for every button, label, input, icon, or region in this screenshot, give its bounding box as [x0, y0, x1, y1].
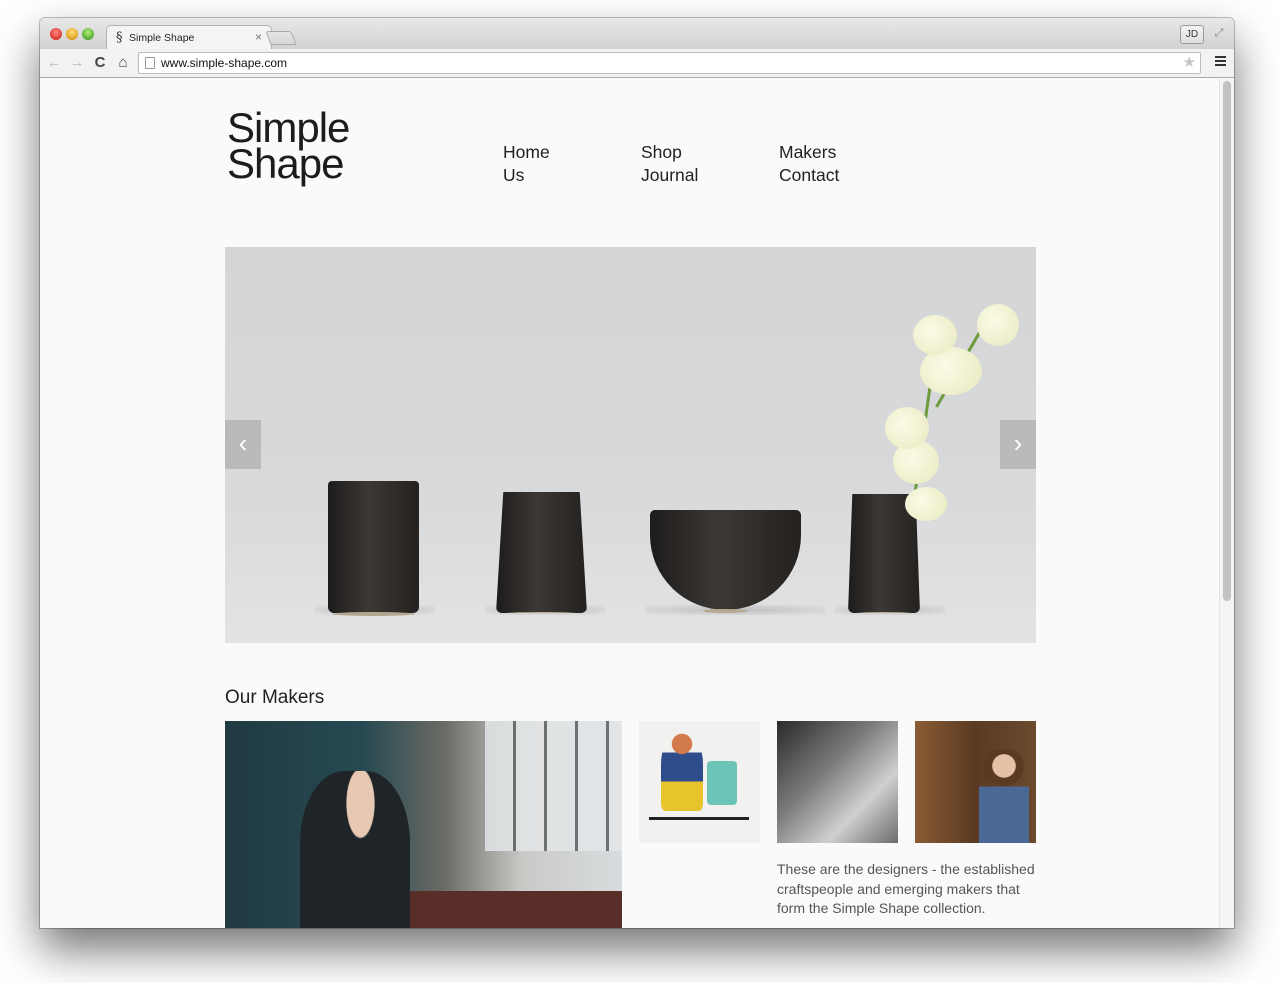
- nav-makers[interactable]: Makers: [779, 141, 839, 164]
- ceramic-cup: [328, 481, 419, 616]
- fullscreen-icon[interactable]: ⤢: [1212, 26, 1226, 40]
- tab-simple-shape[interactable]: § Simple Shape ×: [106, 25, 272, 50]
- bookmark-star-icon[interactable]: ★: [1183, 53, 1196, 71]
- sweet-pea-flower: [905, 487, 947, 521]
- browser-window: § Simple Shape × JD ⤢ ← → C ⌂ www.simple…: [40, 18, 1234, 928]
- back-arrow-icon[interactable]: ←: [45, 54, 63, 72]
- maker-photo[interactable]: [639, 721, 760, 843]
- screen: § Simple Shape × JD ⤢ ← → C ⌂ www.simple…: [0, 0, 1280, 983]
- window-panes: [485, 721, 622, 851]
- table: [649, 817, 749, 820]
- close-tab-icon[interactable]: ×: [255, 30, 262, 44]
- minimize-window-button[interactable]: [66, 28, 78, 40]
- address-bar[interactable]: www.simple-shape.com ★: [138, 52, 1201, 74]
- nav-contact[interactable]: Contact: [779, 164, 839, 187]
- ceramic-jug: [496, 492, 587, 613]
- maker-photo[interactable]: [777, 721, 898, 843]
- logo-line-2: Shape: [227, 140, 344, 187]
- tab-title: Simple Shape: [129, 32, 195, 44]
- favicon-icon: §: [116, 30, 123, 45]
- new-tab-button[interactable]: [265, 31, 297, 45]
- page-icon: [145, 57, 155, 69]
- makers-description: These are the designers - the establishe…: [777, 861, 1035, 916]
- page-viewport: Simple Shape Home Us Shop Journal Makers…: [40, 79, 1234, 928]
- nav-column-2: Shop Journal: [641, 141, 698, 187]
- sweet-pea-flower: [977, 304, 1019, 346]
- ceramic-bowl: [650, 510, 801, 613]
- tab-strip: § Simple Shape × JD ⤢: [40, 18, 1234, 50]
- url-text[interactable]: www.simple-shape.com: [161, 56, 287, 70]
- menu-icon[interactable]: [1215, 56, 1226, 67]
- scrollbar-thumb[interactable]: [1223, 81, 1231, 601]
- slideshow-next-button[interactable]: ›: [1000, 420, 1036, 469]
- scrollbar[interactable]: [1219, 79, 1234, 928]
- zoom-window-button[interactable]: [82, 28, 94, 40]
- workbench: [395, 891, 622, 928]
- profile-button[interactable]: JD: [1180, 25, 1204, 44]
- nav-column-1: Home Us: [503, 141, 550, 187]
- nav-us[interactable]: Us: [503, 164, 550, 187]
- home-icon[interactable]: ⌂: [114, 54, 132, 72]
- close-window-button[interactable]: [50, 28, 62, 40]
- forward-arrow-icon[interactable]: →: [68, 54, 86, 72]
- nav-column-3: Makers Contact: [779, 141, 839, 187]
- nav-home[interactable]: Home: [503, 141, 550, 164]
- site-logo[interactable]: Simple Shape: [227, 107, 350, 187]
- hero-slideshow: ‹ ›: [225, 247, 1036, 643]
- reload-icon[interactable]: C: [91, 54, 109, 72]
- browser-toolbar: ← → C ⌂ www.simple-shape.com ★: [40, 49, 1234, 78]
- maker-figure: [300, 771, 410, 928]
- sweet-pea-flower: [885, 407, 929, 449]
- maker-photo-featured[interactable]: [225, 721, 622, 928]
- maker-figure: [661, 733, 703, 811]
- maker-photo[interactable]: [915, 721, 1036, 843]
- nav-shop[interactable]: Shop: [641, 141, 698, 164]
- object: [707, 761, 737, 805]
- slideshow-prev-button[interactable]: ‹: [225, 420, 261, 469]
- sweet-pea-flower: [913, 315, 957, 355]
- nav-journal[interactable]: Journal: [641, 164, 698, 187]
- maker-figure: [979, 749, 1029, 843]
- our-makers-heading: Our Makers: [225, 687, 325, 708]
